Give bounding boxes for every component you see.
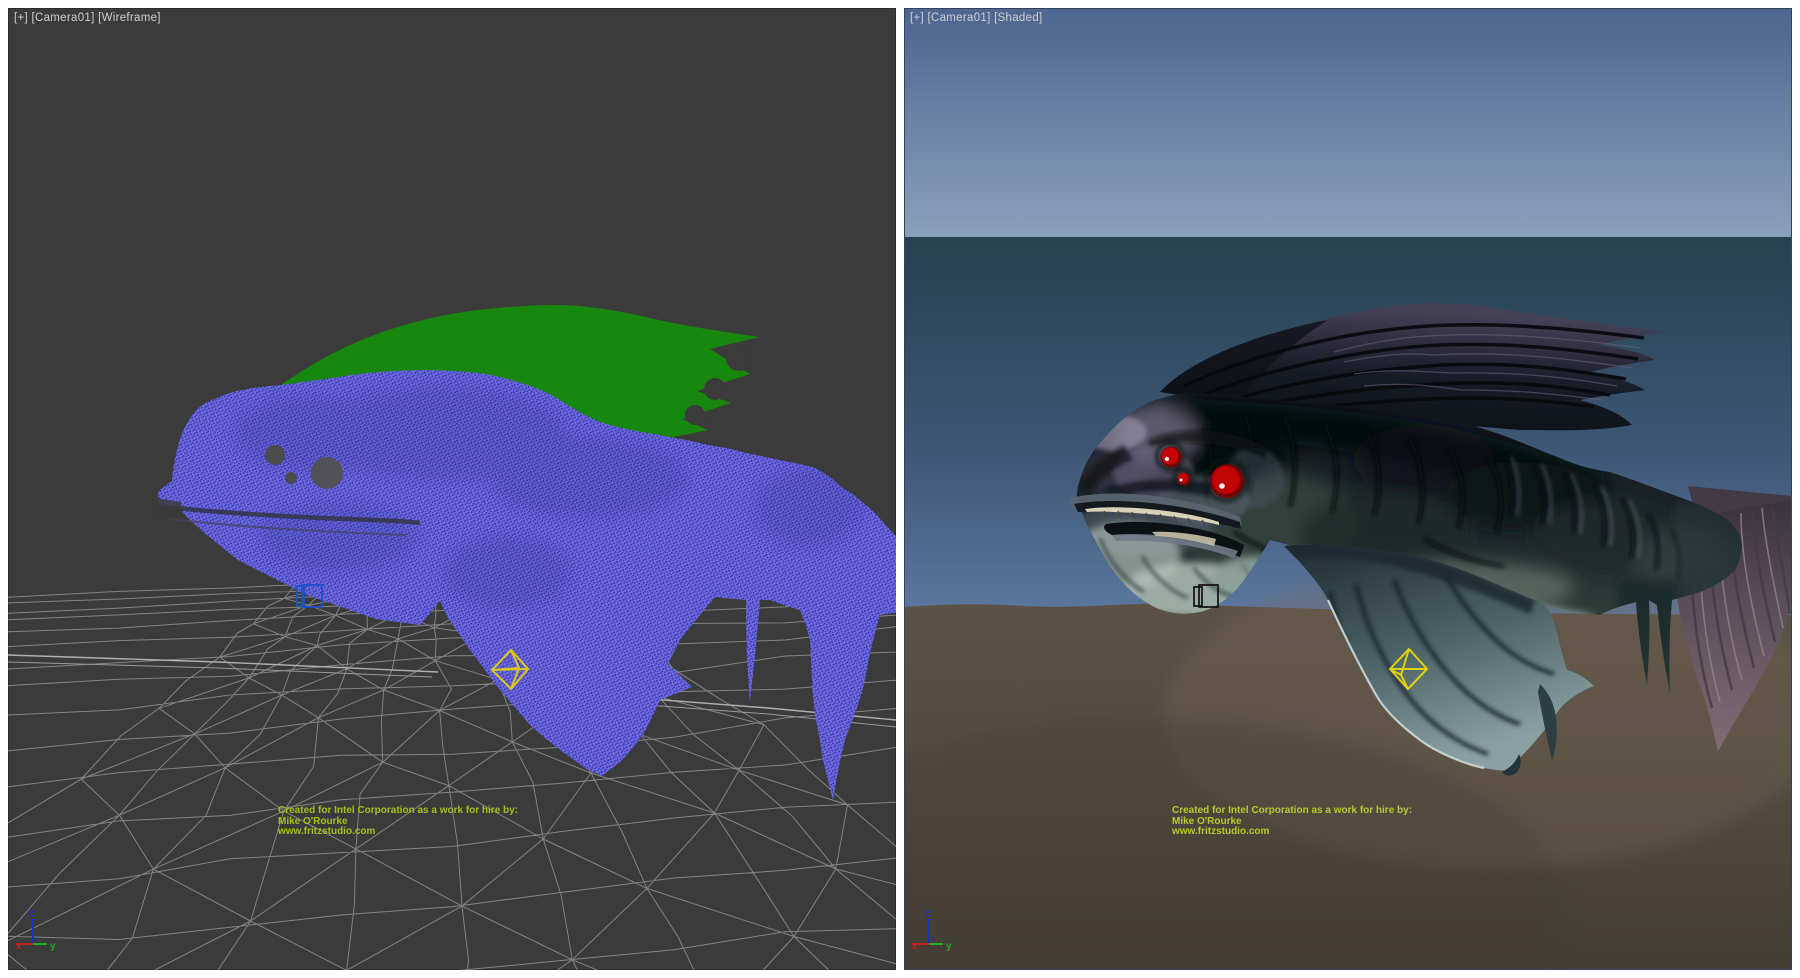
svg-text:z: z — [29, 908, 34, 919]
svg-text:y: y — [50, 941, 56, 952]
svg-text:x: x — [912, 941, 918, 952]
svg-text:y: y — [946, 941, 952, 952]
svg-text:z: z — [925, 908, 930, 919]
svg-text:x: x — [16, 941, 22, 952]
